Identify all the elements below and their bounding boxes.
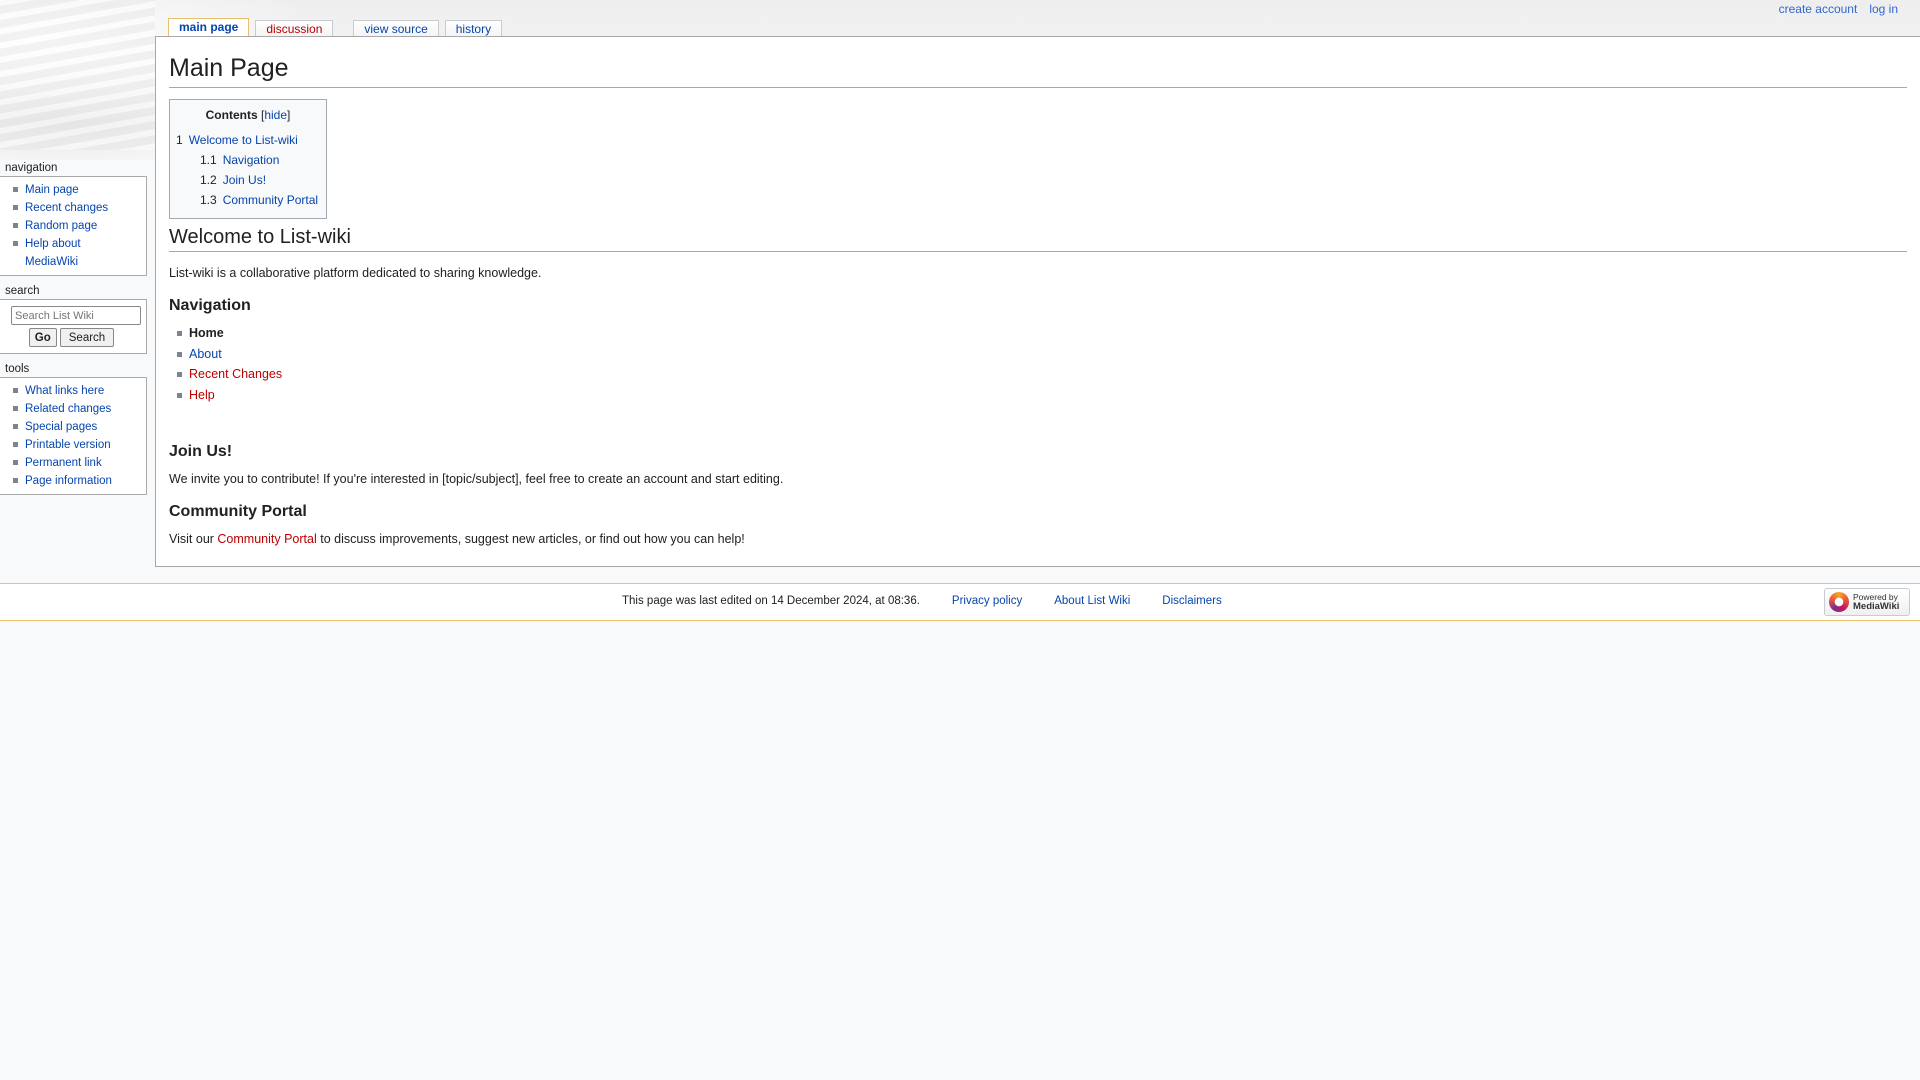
portal-text: to discuss improvements, suggest new art… xyxy=(316,532,745,546)
bullet-icon xyxy=(13,205,18,210)
sidebar-link[interactable]: Printable version xyxy=(25,439,111,451)
sidebar-item-main-page: Main page xyxy=(0,181,146,199)
bullet-icon xyxy=(13,223,18,228)
toc-title: Contents xyxy=(205,108,258,122)
search-buttons: Go Search xyxy=(11,328,146,347)
toc-title-row: Contents [hide] xyxy=(176,108,320,122)
page-title: Main Page xyxy=(169,51,1907,88)
recent-changes-link[interactable]: Recent Changes xyxy=(189,367,282,381)
powered-line2: MediaWiki xyxy=(1853,601,1900,612)
sidebar-search: Go Search xyxy=(0,299,147,354)
search-input[interactable] xyxy=(11,306,141,325)
bullet-icon xyxy=(13,388,18,393)
bullet-icon xyxy=(13,460,18,465)
sidebar-link[interactable]: Main page xyxy=(25,184,79,196)
bullet-icon xyxy=(177,372,182,377)
sidebar-navigation: Main page Recent changes Random page Hel… xyxy=(0,176,147,276)
sidebar-item-recent-changes: Recent changes xyxy=(0,199,146,217)
portal-paragraph: Visit our Community Portal to discuss im… xyxy=(169,530,745,548)
powered-text: Powered by MediaWiki xyxy=(1853,593,1900,612)
privacy-policy-link[interactable]: Privacy policy xyxy=(952,595,1022,607)
about-link-footer[interactable]: About List Wiki xyxy=(1054,595,1130,607)
sidebar-link[interactable]: Random page xyxy=(25,220,97,232)
toc-item[interactable]: 1.1 Navigation xyxy=(176,150,320,170)
sidebar-item-page-information: Page information xyxy=(0,472,146,490)
bullet-icon xyxy=(13,241,18,246)
toc-number: 1.2 xyxy=(200,173,217,187)
toc-item[interactable]: 1 Welcome to List-wiki xyxy=(176,130,320,150)
bullet-icon xyxy=(177,331,182,336)
sidebar-item-random-page: Random page xyxy=(0,217,146,235)
sidebar-link[interactable]: Recent changes xyxy=(25,202,108,214)
list-item: Home xyxy=(169,323,282,344)
sidebar-link[interactable]: Related changes xyxy=(25,403,111,415)
last-edited: This page was last edited on 14 December… xyxy=(622,595,920,607)
sidebar-item-related-changes: Related changes xyxy=(0,400,146,418)
help-link[interactable]: Help xyxy=(189,388,215,402)
footer: This page was last edited on 14 December… xyxy=(0,583,1920,621)
toc-link[interactable]: Community Portal xyxy=(223,193,318,207)
list-item: Recent Changes xyxy=(169,364,282,385)
sidebar-heading-navigation: navigation xyxy=(5,162,58,174)
create-account-link[interactable]: create account xyxy=(1779,2,1858,16)
page-tabs: main page discussion view source history xyxy=(168,18,508,38)
toc-link[interactable]: Navigation xyxy=(223,153,280,167)
sidebar-tools: What links here Related changes Special … xyxy=(0,377,147,495)
list-item: About xyxy=(169,344,282,365)
search-button[interactable]: Search xyxy=(59,328,115,347)
sidebar-item-special-pages: Special pages xyxy=(0,418,146,436)
sidebar: navigation Main page Recent changes Rand… xyxy=(0,161,147,503)
toc-hide-link[interactable]: hide xyxy=(264,108,287,122)
bullet-icon xyxy=(13,406,18,411)
bullet-icon xyxy=(13,424,18,429)
community-portal-link[interactable]: Community Portal xyxy=(217,532,316,546)
footer-info: This page was last edited on 14 December… xyxy=(622,595,1222,607)
toc-link[interactable]: Join Us! xyxy=(223,173,266,187)
disclaimers-link[interactable]: Disclaimers xyxy=(1162,595,1221,607)
toc-item[interactable]: 1.3 Community Portal xyxy=(176,190,320,210)
sidebar-item-what-links-here: What links here xyxy=(0,382,146,400)
go-button[interactable]: Go xyxy=(28,328,57,347)
sidebar-item-printable-version: Printable version xyxy=(0,436,146,454)
about-link[interactable]: About xyxy=(189,347,222,361)
portal-text: Visit our xyxy=(169,532,218,546)
welcome-paragraph: List-wiki is a collaborative platform de… xyxy=(169,266,542,280)
sidebar-item-permanent-link: Permanent link xyxy=(0,454,146,472)
sidebar-link[interactable]: Page information xyxy=(25,475,112,487)
sidebar-heading-search: search xyxy=(5,285,40,297)
sidebar-link[interactable]: Permanent link xyxy=(25,457,102,469)
toc-number: 1 xyxy=(176,133,183,147)
mediawiki-flower-icon xyxy=(1829,592,1849,612)
bullet-icon xyxy=(13,442,18,447)
sidebar-link[interactable]: What links here xyxy=(25,385,104,397)
bullet-icon xyxy=(177,392,182,398)
table-of-contents: Contents [hide] 1 Welcome to List-wiki 1.… xyxy=(169,99,327,219)
navigation-list: Home About Recent Changes Help xyxy=(169,323,282,405)
logo-area[interactable] xyxy=(0,0,155,150)
section-heading-navigation: Navigation xyxy=(169,297,251,314)
toc-link[interactable]: Welcome to List-wiki xyxy=(189,133,298,147)
content-area: Main Page Contents [hide] 1 Welcome to Li… xyxy=(155,36,1920,567)
bullet-icon xyxy=(177,351,182,357)
section-heading-join: Join Us! xyxy=(169,443,233,460)
section-heading-welcome: Welcome to List-wiki xyxy=(169,224,1907,252)
tab-main-page[interactable]: main page xyxy=(168,18,250,38)
sidebar-link[interactable]: Help about MediaWiki xyxy=(25,238,81,268)
join-paragraph: We invite you to contribute! If you're i… xyxy=(169,472,784,486)
sidebar-link[interactable]: Special pages xyxy=(25,421,97,433)
bullet-icon xyxy=(13,187,18,192)
toc-number: 1.1 xyxy=(200,153,217,167)
section-heading-portal: Community Portal xyxy=(169,503,307,520)
toc-bracket: ] xyxy=(287,108,291,122)
personal-tools: create account log in xyxy=(1779,2,1898,16)
log-in-link[interactable]: log in xyxy=(1869,2,1898,16)
list-item: Help xyxy=(169,385,282,406)
toc-item[interactable]: 1.2 Join Us! xyxy=(176,170,320,190)
bullet-icon xyxy=(13,478,18,483)
sidebar-item-help: Help about MediaWiki xyxy=(0,235,105,271)
toc-number: 1.3 xyxy=(200,193,217,207)
home-current: Home xyxy=(189,326,224,340)
powered-by-mediawiki-badge[interactable]: Powered by MediaWiki xyxy=(1824,588,1910,616)
sidebar-heading-tools: tools xyxy=(5,363,30,375)
